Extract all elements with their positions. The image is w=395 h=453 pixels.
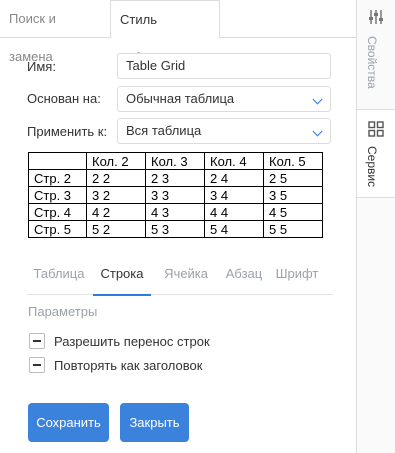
table-cell — [28, 152, 87, 170]
table-cell: 3 3 — [145, 186, 205, 204]
table-cell: 5 2 — [86, 220, 146, 238]
save-button[interactable]: Сохранить — [28, 403, 109, 442]
tab-table-style[interactable]: Стиль таблицы — [110, 0, 220, 65]
table-cell: Стр. 4 — [28, 203, 87, 221]
table-cell: 4 5 — [263, 203, 323, 221]
apply-to-value: Вся таблица — [126, 123, 202, 138]
subtab-font[interactable]: Шрифт — [269, 262, 325, 295]
sidebar-tab-properties[interactable]: Свойства — [357, 0, 395, 110]
table-cell: Стр. 3 — [28, 186, 87, 204]
table-cell: 3 4 — [204, 186, 264, 204]
table-cell: 4 3 — [145, 203, 205, 221]
table-cell: Кол. 5 — [263, 152, 323, 170]
subtab-paragraph[interactable]: Абзац — [217, 262, 271, 295]
table-cell: 2 4 — [204, 169, 264, 187]
top-tabs: Поиск и замена Стиль таблицы — [0, 0, 356, 65]
table-cell: Кол. 4 — [204, 152, 264, 170]
subtab-table[interactable]: Таблица — [27, 262, 91, 295]
tab-label: Поиск и замена — [9, 11, 56, 64]
table-cell: 3 5 — [263, 186, 323, 204]
table-cell: 5 4 — [204, 220, 264, 238]
name-input-value: Table Grid — [126, 58, 186, 73]
sidebar-tab-service[interactable]: Сервис — [357, 110, 395, 198]
table-row: Стр. 4 4 2 4 3 4 4 4 5 — [28, 203, 323, 221]
table-cell: 5 5 — [263, 220, 323, 238]
based-on-label: Основан на: — [27, 91, 101, 106]
table-cell: 2 5 — [263, 169, 323, 187]
table-row: Стр. 5 5 2 5 3 5 4 5 5 — [28, 220, 323, 238]
repeat-header-label: Повторять как заголовок — [54, 358, 203, 373]
table-cell: 5 3 — [145, 220, 205, 238]
subtab-cell[interactable]: Ячейка — [155, 262, 217, 295]
name-label: Имя: — [27, 59, 56, 74]
table-cell: 4 2 — [86, 203, 146, 221]
params-title: Параметры — [28, 304, 98, 319]
name-input[interactable]: Table Grid — [117, 53, 331, 79]
table-cell: 2 2 — [86, 169, 146, 187]
right-sidebar: Свойства Сервис — [356, 0, 395, 453]
table-header-row: Кол. 2 Кол. 3 Кол. 4 Кол. 5 — [28, 152, 323, 170]
table-cell: 2 3 — [145, 169, 205, 187]
table-cell: 4 4 — [204, 203, 264, 221]
table-row: Стр. 3 3 2 3 3 3 4 3 5 — [28, 186, 323, 204]
tab-search-replace[interactable]: Поиск и замена — [0, 0, 110, 64]
apply-to-select[interactable]: Вся таблица — [117, 118, 331, 144]
allow-row-break-checkbox[interactable] — [29, 333, 45, 349]
table-cell: Стр. 5 — [28, 220, 87, 238]
close-button[interactable]: Закрыть — [120, 403, 189, 442]
table-style-preview: Кол. 2 Кол. 3 Кол. 4 Кол. 5 Стр. 2 2 2 2… — [28, 152, 323, 238]
based-on-value: Обычная таблица — [126, 91, 235, 106]
subtab-row[interactable]: Строка — [93, 262, 151, 296]
allow-row-break-label: Разрешить перенос строк — [54, 334, 210, 349]
chevron-down-icon — [312, 126, 323, 137]
table-cell: 3 2 — [86, 186, 146, 204]
based-on-select[interactable]: Обычная таблица — [117, 86, 331, 112]
table-cell: Кол. 2 — [86, 152, 146, 170]
sliders-icon — [369, 10, 383, 24]
settings-subtabs: Таблица Строка Ячейка Абзац Шрифт — [27, 262, 333, 296]
table-cell: Кол. 3 — [145, 152, 205, 170]
table-row: Стр. 2 2 2 2 3 2 4 2 5 — [28, 169, 323, 187]
repeat-header-checkbox[interactable] — [29, 357, 45, 373]
grid-icon — [368, 121, 384, 137]
table-cell: Стр. 2 — [28, 169, 87, 187]
chevron-down-icon — [312, 94, 323, 105]
sidebar-label-service: Сервис — [365, 146, 379, 188]
apply-to-label: Применить к: — [27, 124, 108, 139]
sidebar-label-properties: Свойства — [365, 36, 379, 89]
main-panel: Поиск и замена Стиль таблицы Имя: Table … — [0, 0, 356, 453]
